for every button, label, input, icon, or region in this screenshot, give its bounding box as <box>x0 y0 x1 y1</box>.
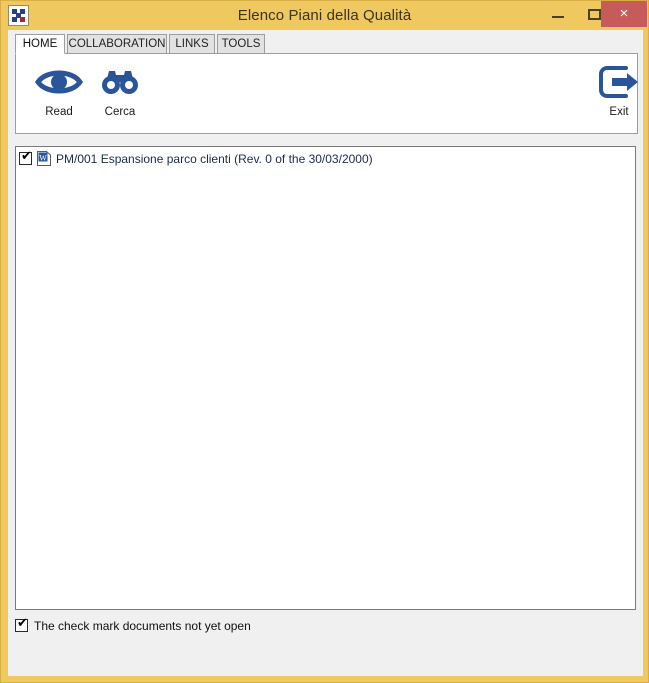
read-button-label: Read <box>45 106 73 118</box>
list-item-checkbox[interactable]: ✔ <box>19 149 32 165</box>
eye-icon <box>26 61 92 101</box>
search-button-label: Cerca <box>104 106 136 118</box>
app-grid-icon[interactable] <box>8 5 29 26</box>
minimize-icon <box>552 16 564 18</box>
client-area: HOME COLLABORATION LINKS TOOLS Read Cerc… <box>8 30 643 676</box>
search-button[interactable]: Cerca <box>87 59 153 125</box>
document-list[interactable]: ✔ W PM/001 Espansione parco clienti (Rev… <box>15 146 636 610</box>
tab-home[interactable]: HOME <box>15 34 65 54</box>
exit-button[interactable]: Exit <box>586 59 649 125</box>
checkmark-icon: ✔ <box>17 616 28 631</box>
exit-button-label: Exit <box>609 106 629 118</box>
checkmark-icon: ✔ <box>21 149 32 164</box>
tab-links[interactable]: LINKS <box>169 34 215 54</box>
ribbon-tabstrip: HOME COLLABORATION LINKS TOOLS <box>11 34 640 54</box>
svg-text:W: W <box>39 154 47 163</box>
list-item-label: PM/001 Espansione parco clienti (Rev. 0 … <box>56 152 373 166</box>
word-document-icon: W <box>37 151 51 166</box>
read-button[interactable]: Read <box>26 59 92 125</box>
application-window: Elenco Piani della Qualità × HOME COLLAB… <box>0 0 649 683</box>
tab-collaboration[interactable]: COLLABORATION <box>67 34 167 54</box>
binoculars-icon <box>87 61 153 101</box>
exit-arrow-icon <box>586 61 649 101</box>
ribbon-panel-home: Read Cerca Exit <box>15 53 638 134</box>
close-icon: × <box>619 5 629 22</box>
show-unopened-checkbox[interactable]: ✔ <box>15 616 28 632</box>
close-button[interactable]: × <box>601 1 647 27</box>
title-bar[interactable]: Elenco Piani della Qualità × <box>1 1 648 30</box>
maximize-icon <box>588 9 601 20</box>
tab-tools[interactable]: TOOLS <box>217 34 265 54</box>
show-unopened-checkbox-label: The check mark documents not yet open <box>34 619 251 633</box>
ribbon: HOME COLLABORATION LINKS TOOLS Read Cerc… <box>11 34 640 136</box>
